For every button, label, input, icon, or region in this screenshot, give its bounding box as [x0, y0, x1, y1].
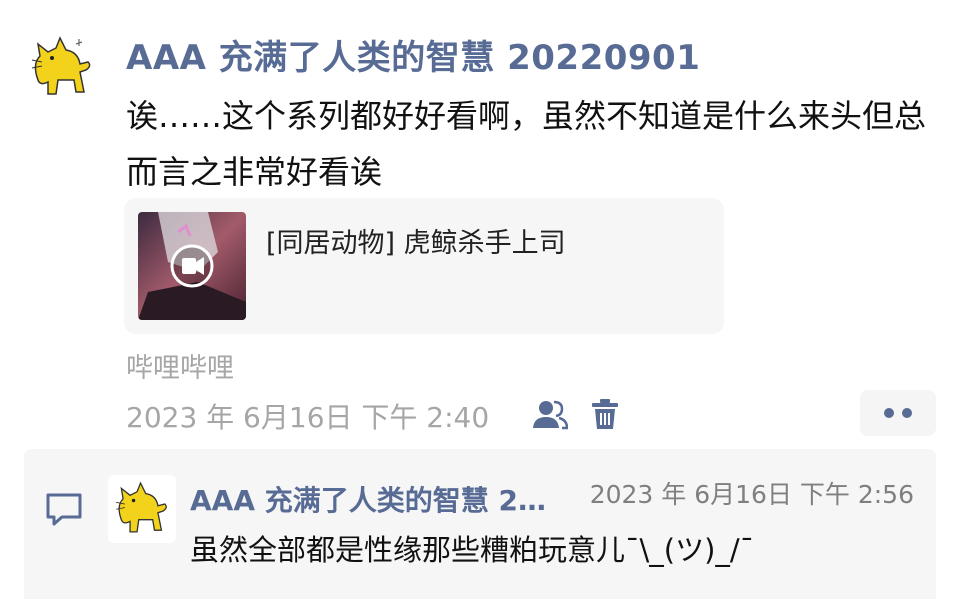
comment-username[interactable]: AAA 充满了人类的智慧 20220901	[190, 479, 550, 519]
trash-icon[interactable]	[590, 397, 620, 431]
more-options-button[interactable]	[860, 390, 936, 436]
comment-text[interactable]: 虽然全部都是性缘那些糟粕玩意儿¯\_(ツ)_/¯	[190, 527, 754, 569]
post-text: 诶……这个系列都好好看啊，虽然不知道是什么来头但总而言之非常好看诶	[126, 97, 927, 191]
comment-time: 2023 年 6月16日 下午 2:56	[589, 480, 914, 509]
post-timestamp: 2023 年 6月16日 下午 2:40	[126, 401, 490, 434]
avatar[interactable]	[30, 36, 94, 100]
comment-avatar[interactable]	[108, 475, 176, 543]
yellow-cat-icon	[31, 36, 91, 95]
play-video-icon	[170, 244, 214, 288]
yellow-cat-icon	[116, 481, 167, 533]
friends-icon[interactable]	[532, 398, 568, 432]
source-label[interactable]: 哔哩哔哩	[126, 346, 234, 385]
comment-icon	[46, 493, 82, 526]
link-thumbnail	[138, 212, 246, 320]
shared-link-card[interactable]: [同居动物] 虎鲸杀手上司	[124, 198, 724, 334]
post-username[interactable]: AAA 充满了人类的智慧 20220901	[126, 30, 700, 79]
link-title: [同居动物] 虎鲸杀手上司	[266, 228, 566, 259]
comments-panel: AAA 充满了人类的智慧 20220901 2023 年 6月16日 下午 2:…	[24, 449, 936, 599]
